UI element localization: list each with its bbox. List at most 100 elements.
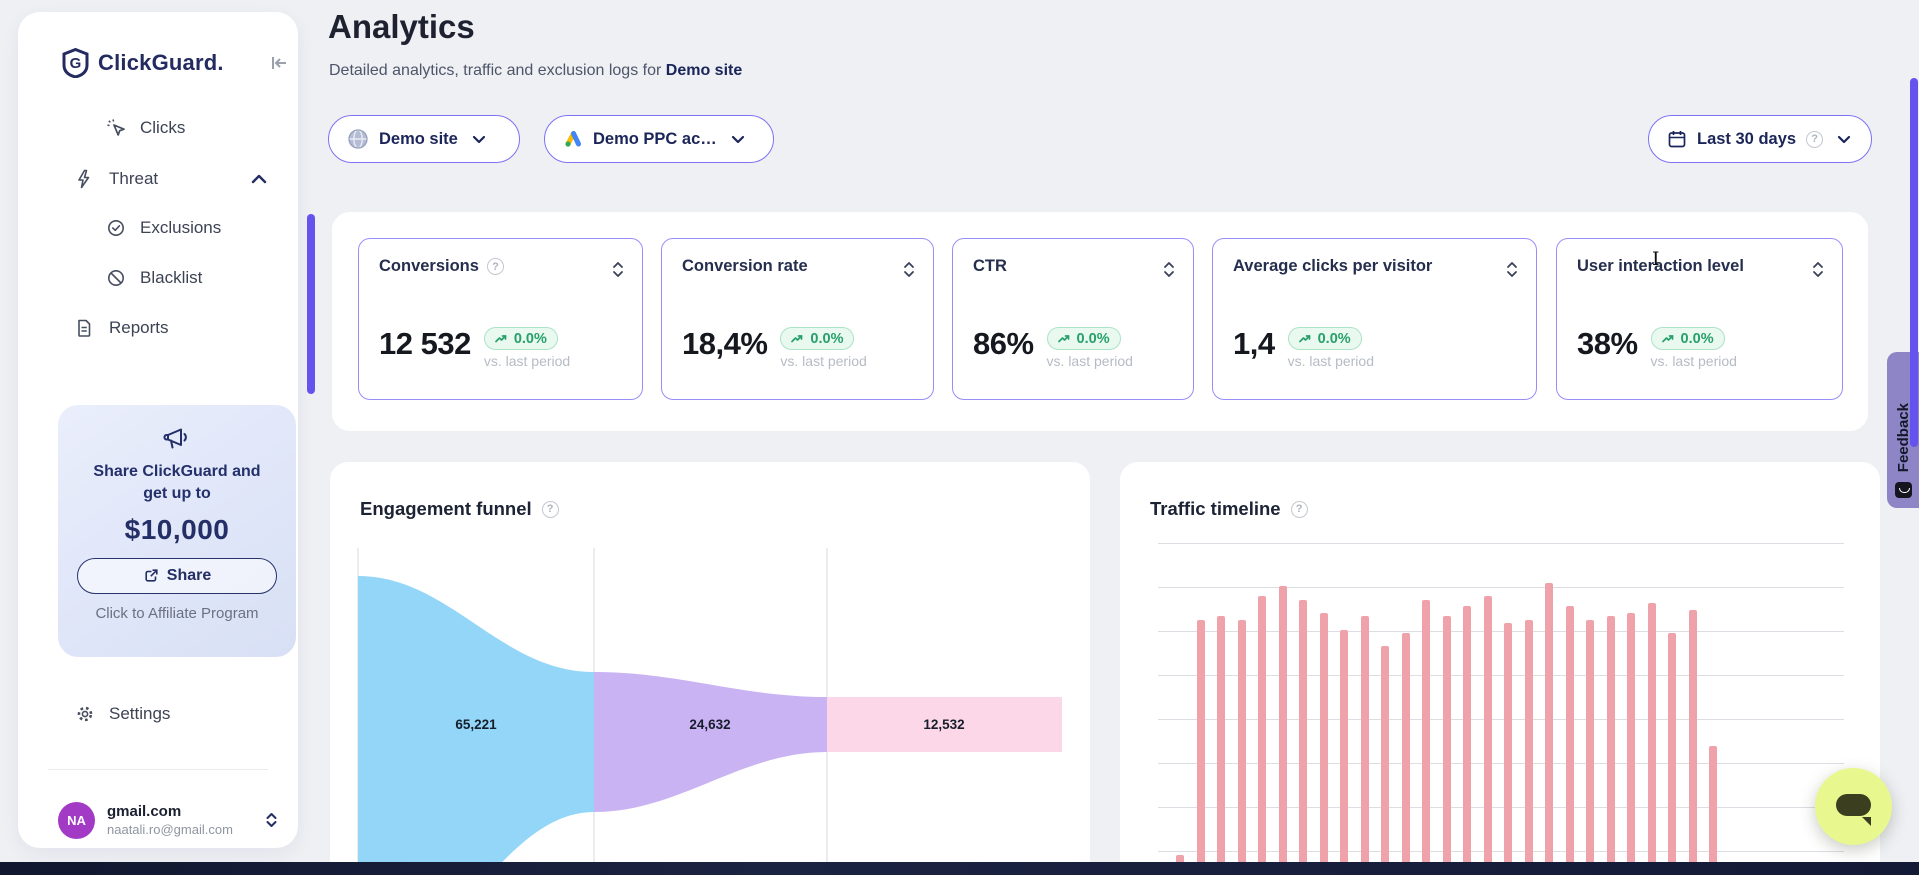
- timeline-bar: [1381, 646, 1389, 862]
- timeline-bar: [1361, 616, 1369, 862]
- chevron-up-icon[interactable]: [251, 174, 267, 184]
- page-title: Analytics: [328, 8, 475, 46]
- promo-amount: $10,000: [125, 514, 230, 546]
- calendar-icon: [1667, 129, 1687, 149]
- delta-value: 0.0%: [514, 331, 547, 347]
- delta-caption: vs. last period: [484, 353, 570, 369]
- funnel-stage-engaged: [594, 672, 827, 812]
- metric-select-icon[interactable]: [612, 261, 624, 278]
- lightning-bolt-icon: [75, 170, 95, 188]
- share-button[interactable]: Share: [77, 558, 277, 594]
- gear-icon: [75, 705, 95, 723]
- sidebar-item-label: Settings: [109, 704, 170, 724]
- kpi-label: CTR: [973, 257, 1007, 276]
- page-scrollbar[interactable]: [1910, 78, 1918, 447]
- timeline-bar: [1668, 633, 1676, 862]
- clickguard-shield-icon: G: [62, 48, 89, 78]
- timeline-bar: [1320, 613, 1328, 862]
- trend-up-icon: [1058, 334, 1072, 344]
- ppc-account-label: Demo PPC ac…: [593, 130, 717, 149]
- svg-text:G: G: [70, 55, 82, 72]
- timeline-bar: [1586, 620, 1594, 862]
- kpi-header: Conversions ?: [379, 257, 622, 276]
- kpi-value: 18,4%: [682, 325, 767, 362]
- chat-launcher-button[interactable]: [1815, 768, 1892, 845]
- promo-footer-link[interactable]: Click to Affiliate Program: [95, 605, 258, 622]
- funnel-value-3: 12,532: [923, 717, 964, 732]
- ppc-account-dropdown[interactable]: Demo PPC ac…: [544, 115, 774, 163]
- delta-badge: 0.0%: [1047, 327, 1121, 350]
- kpi-value: 86%: [973, 325, 1034, 362]
- timeline-bar: [1176, 855, 1184, 862]
- page-subtitle: Detailed analytics, traffic and exclusio…: [329, 62, 742, 80]
- sidebar-item-label: Blacklist: [140, 268, 202, 288]
- traffic-timeline-chart: [1158, 530, 1844, 862]
- timeline-bar: [1648, 603, 1656, 862]
- kpi-label: Conversion rate: [682, 257, 808, 276]
- sidebar-scrollbar[interactable]: [307, 214, 315, 394]
- delta-value: 0.0%: [1681, 331, 1714, 347]
- sidebar-item-reports[interactable]: Reports: [75, 310, 169, 346]
- kpi-card-conversion-rate: Conversion rate 18,4% 0.0% vs. last peri…: [661, 238, 934, 400]
- sidebar-item-threat[interactable]: Threat: [75, 161, 158, 197]
- cursor-click-icon: [106, 119, 126, 137]
- funnel-value-1: 65,221: [455, 717, 496, 732]
- kpi-delta-block: 0.0% vs. last period: [484, 325, 570, 369]
- account-texts: gmail.com naatali.ro@gmail.com: [107, 803, 265, 837]
- feedback-chat-icon: [1895, 482, 1912, 498]
- trend-up-icon: [1662, 334, 1676, 344]
- metric-select-icon[interactable]: [1163, 261, 1175, 278]
- sidebar-item-label: Clicks: [140, 118, 185, 138]
- sidebar-collapse-icon[interactable]: [266, 50, 292, 76]
- timeline-bar: [1607, 616, 1615, 862]
- sidebar-item-settings[interactable]: Settings: [75, 696, 170, 732]
- kpi-label: User interaction level: [1577, 257, 1744, 276]
- funnel-value-2: 24,632: [689, 717, 730, 732]
- badge-check-icon: [106, 219, 126, 237]
- help-icon[interactable]: ?: [1806, 131, 1823, 148]
- metric-select-icon[interactable]: [1812, 261, 1824, 278]
- date-range-dropdown[interactable]: Last 30 days ?: [1648, 115, 1872, 163]
- help-icon[interactable]: ?: [1291, 501, 1308, 518]
- sidebar-item-clicks[interactable]: Clicks: [106, 110, 185, 146]
- kpi-card-avg-clicks: Average clicks per visitor 1,4 0.0% vs. …: [1212, 238, 1537, 400]
- timeline-bar: [1545, 583, 1553, 862]
- metric-select-icon[interactable]: [1506, 261, 1518, 278]
- subtitle-site-name: Demo site: [666, 62, 742, 79]
- timeline-bar: [1258, 596, 1266, 862]
- timeline-bar: [1525, 620, 1533, 862]
- traffic-timeline-card: Traffic timeline ?: [1120, 462, 1880, 875]
- metric-select-icon[interactable]: [903, 261, 915, 278]
- trend-up-icon: [1299, 334, 1313, 344]
- delta-caption: vs. last period: [1288, 353, 1374, 369]
- account-switcher[interactable]: NA gmail.com naatali.ro@gmail.com: [58, 799, 278, 841]
- timeline-bar: [1340, 630, 1348, 862]
- timeline-bar: [1422, 600, 1430, 862]
- delta-caption: vs. last period: [1047, 353, 1133, 369]
- delta-badge: 0.0%: [484, 327, 558, 350]
- help-icon[interactable]: ?: [487, 258, 504, 275]
- kpi-label: Conversions: [379, 257, 479, 276]
- affiliate-promo-card[interactable]: Share ClickGuard and get up to $10,000 S…: [58, 405, 296, 657]
- timeline-bar: [1402, 633, 1410, 862]
- date-range-label: Last 30 days: [1697, 130, 1796, 149]
- promo-heading: Share ClickGuard and get up to: [93, 461, 260, 504]
- external-link-icon: [143, 568, 159, 584]
- sidebar-item-blacklist[interactable]: Blacklist: [106, 260, 202, 296]
- help-icon[interactable]: ?: [542, 501, 559, 518]
- funnel-title: Engagement funnel: [360, 498, 532, 520]
- delta-caption: vs. last period: [1651, 353, 1737, 369]
- timeline-title: Traffic timeline: [1150, 498, 1281, 520]
- google-ads-icon: [563, 130, 583, 148]
- delta-value: 0.0%: [1077, 331, 1110, 347]
- megaphone-icon: [162, 425, 192, 453]
- timeline-bar: [1238, 620, 1246, 862]
- site-filter-dropdown[interactable]: Demo site: [328, 115, 520, 163]
- analytics-page: G ClickGuard. Clicks: [0, 0, 1919, 875]
- chat-bubble-tail: [1862, 817, 1871, 826]
- engagement-funnel-card: Engagement funnel ? 65,221 24,632 12,532: [330, 462, 1090, 875]
- globe-icon: [347, 128, 369, 150]
- sidebar-item-exclusions[interactable]: Exclusions: [106, 210, 221, 246]
- kpi-panel: Conversions ? 12 532 0.0% vs.: [332, 212, 1868, 431]
- divider: [48, 769, 268, 770]
